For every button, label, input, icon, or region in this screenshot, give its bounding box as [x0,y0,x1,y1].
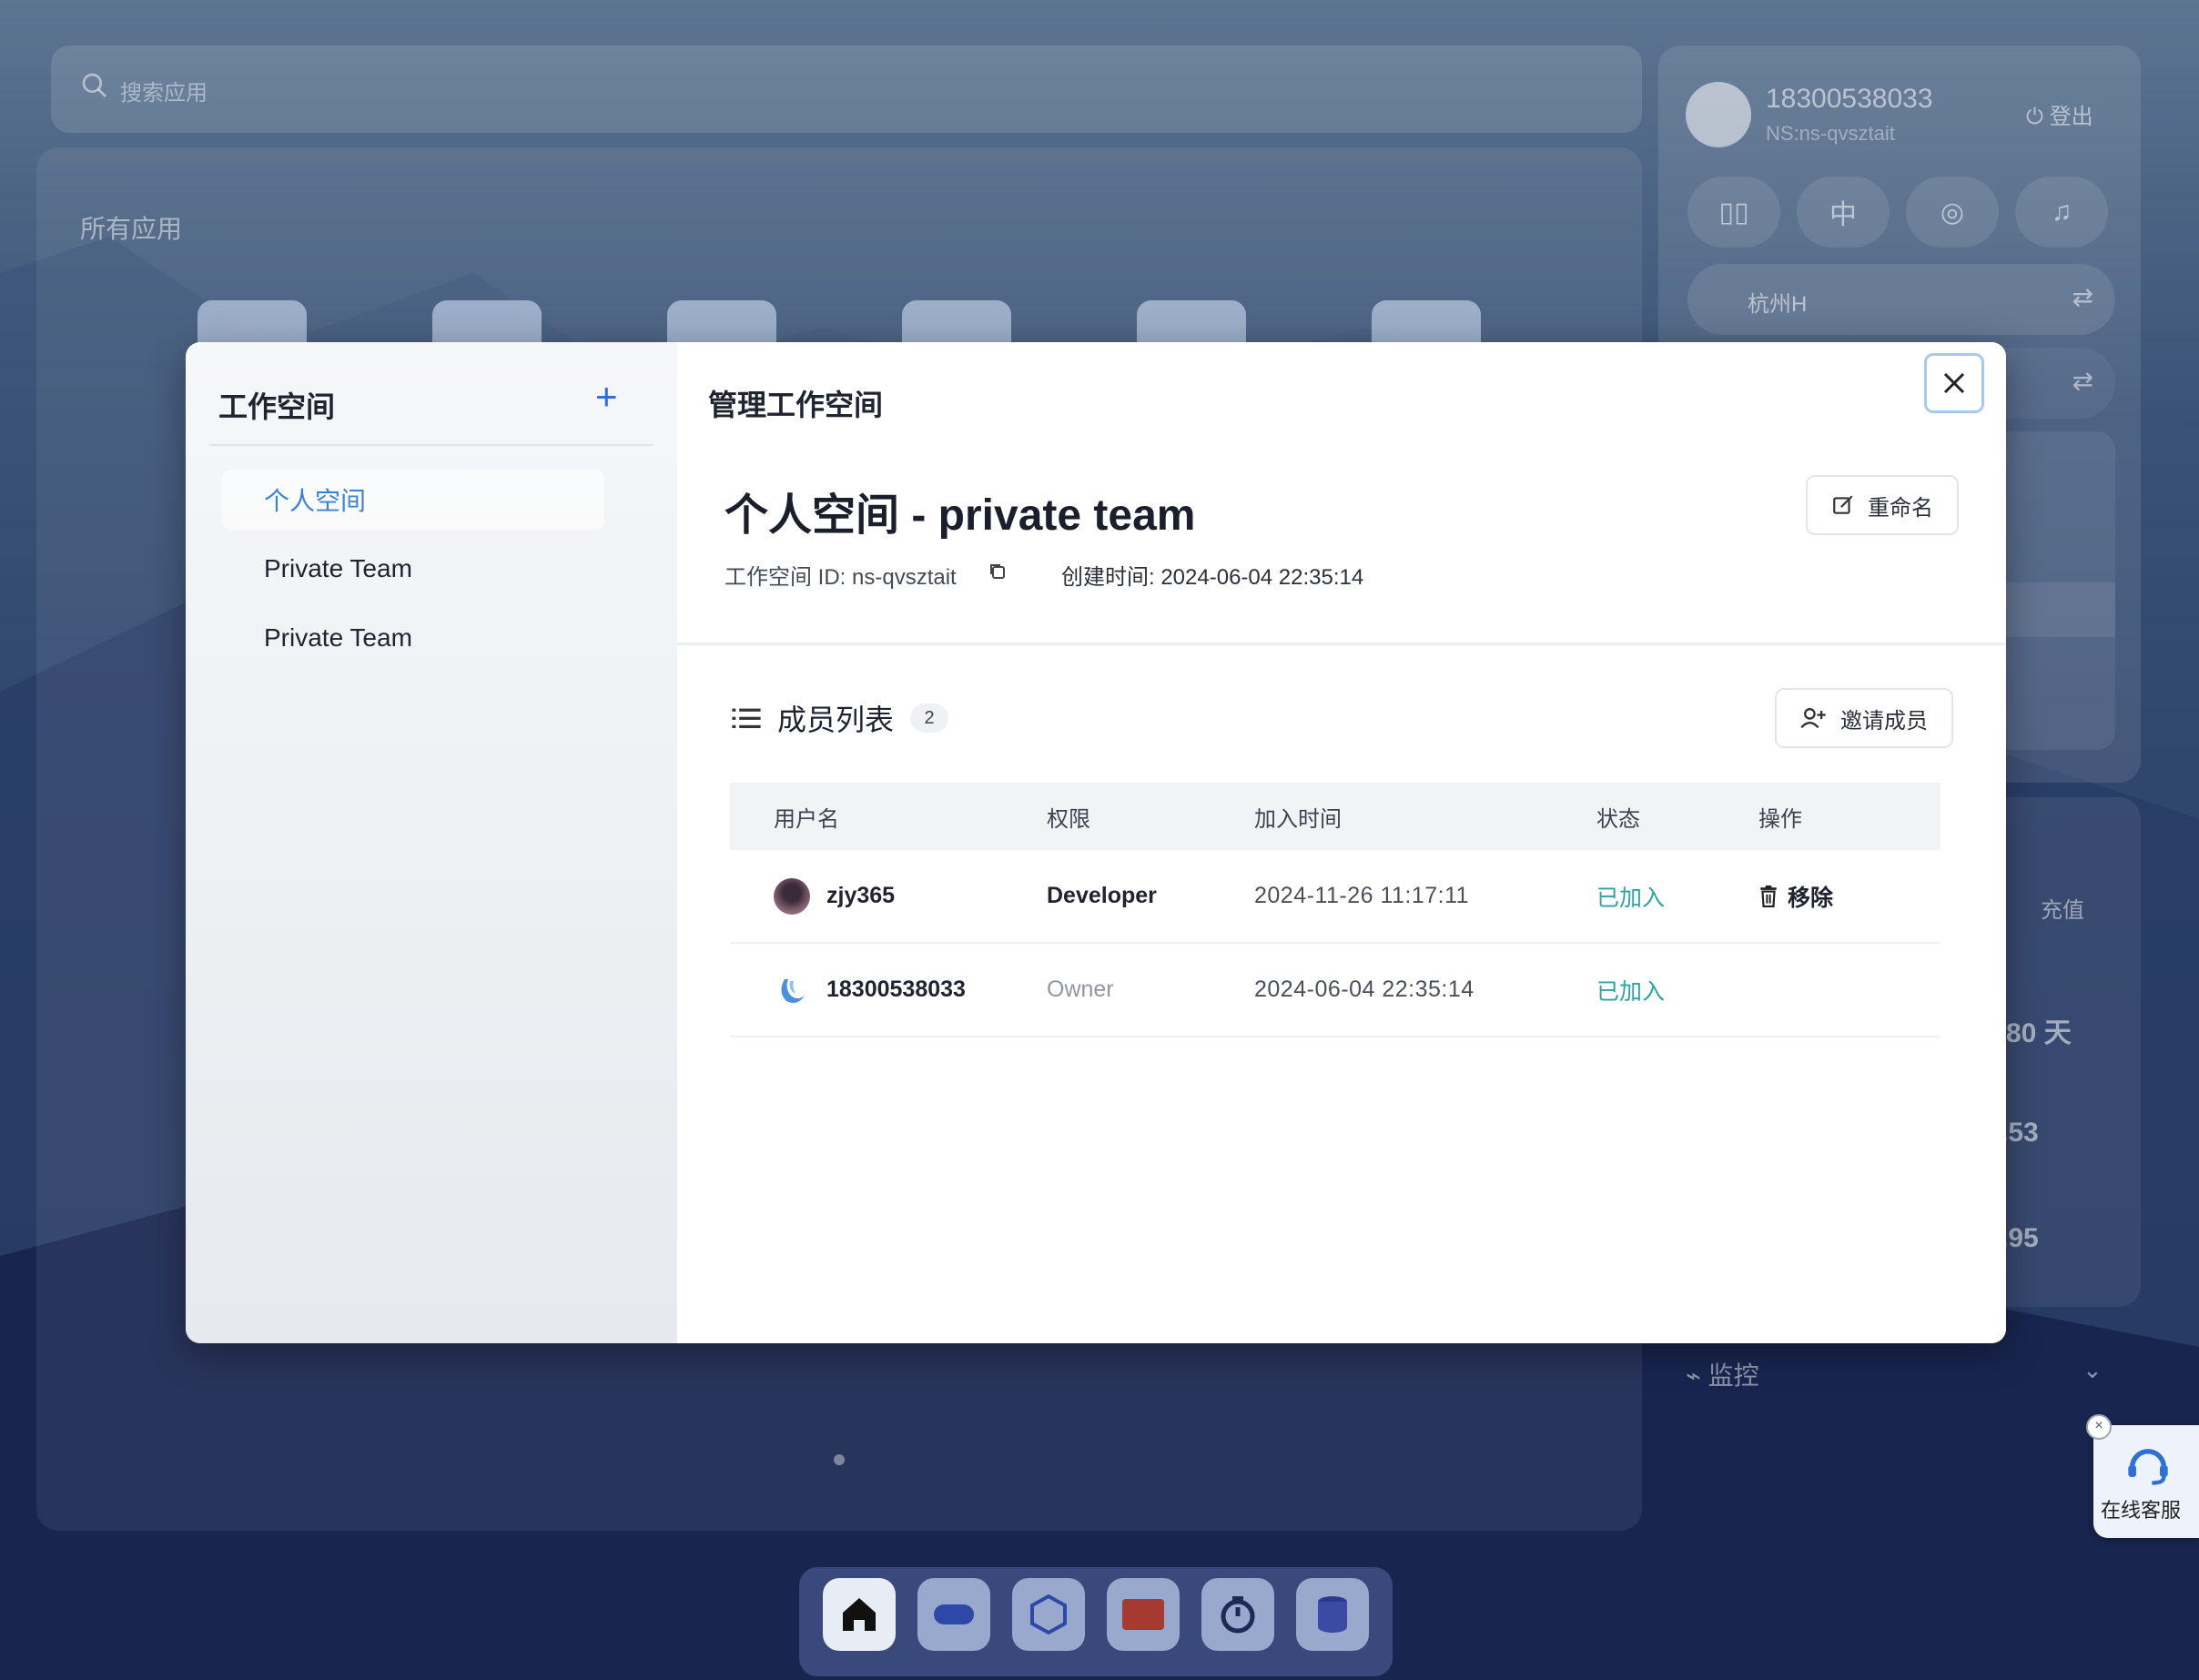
column-header-joined: 加入时间 [1254,783,1596,850]
manage-workspace-modal: 工作空间 + 个人空间 Private Team Private Team 管理… [186,342,2006,1343]
sidebar-item-personal[interactable]: 个人空间 [222,470,604,530]
sidebar-item-team[interactable]: Private Team [222,539,604,599]
member-table: 用户名 权限 加入时间 状态 操作 zjy365 Developer 2024-… [730,783,1941,1037]
member-role: Owner [1047,977,1114,1002]
table-header-row: 用户名 权限 加入时间 状态 操作 [730,783,1941,850]
divider [677,643,2006,645]
list-icon [732,708,761,729]
copy-icon[interactable] [987,561,1008,582]
member-count-badge: 2 [910,703,949,733]
sidebar-item-label: 个人空间 [264,487,367,515]
member-status: 已加入 [1596,885,1666,911]
member-joined-time: 2024-06-04 22:35:14 [1254,977,1474,1002]
rename-button[interactable]: 重命名 [1806,475,1959,535]
member-user: zjy365 [774,877,1047,915]
sidebar-item-label: Private Team [264,554,412,582]
workspace-name: 个人空间 - private team [725,491,1196,540]
sidebar-title: 工作空间 [218,390,336,423]
member-username: 18300538033 [826,977,966,1002]
add-workspace-button[interactable]: + [595,375,618,419]
edit-icon [1833,495,1853,514]
member-status: 已加入 [1596,978,1666,1005]
trash-icon [1760,885,1777,907]
member-user: 18300538033 [774,972,1047,1008]
member-joined-time: 2024-11-26 11:17:11 [1254,883,1470,908]
member-username: zjy365 [826,883,896,908]
add-user-icon [1800,708,1826,729]
remove-member-button[interactable]: 移除 [1758,880,1941,913]
rename-label: 重命名 [1868,495,1933,521]
invite-member-button[interactable]: 邀请成员 [1775,688,1953,748]
workspace-id: 工作空间 ID: ns-qvsztait [725,565,957,590]
member-list-label: 成员列表 [777,703,895,736]
modal-title: 管理工作空间 [708,389,884,421]
divider [209,444,654,446]
invite-label: 邀请成员 [1840,708,1928,734]
column-header-username: 用户名 [730,783,1047,850]
table-row: zjy365 Developer 2024-11-26 11:17:11 已加入… [730,850,1941,944]
remove-label: 移除 [1788,885,1834,911]
column-header-action: 操作 [1758,783,1941,850]
member-list-header: 成员列表 2 [732,697,949,739]
member-role: Developer [1047,883,1157,908]
close-button[interactable] [1924,353,1984,413]
table-row: 18300538033 Owner 2024-06-04 22:35:14 已加… [730,943,1941,1037]
sidebar-item-label: Private Team [264,623,412,652]
workspace-sidebar: 工作空间 + 个人空间 Private Team Private Team [186,342,677,1343]
workspace-detail: 管理工作空间 个人空间 - private team 工作空间 ID: ns-q… [677,342,2006,1343]
avatar [781,978,805,1003]
column-header-status: 状态 [1596,783,1758,850]
avatar [774,877,810,915]
sidebar-item-team[interactable]: Private Team [222,608,604,668]
close-icon [1943,372,1965,394]
column-header-role: 权限 [1047,783,1254,850]
created-time: 创建时间: 2024-06-04 22:35:14 [1061,565,1364,590]
